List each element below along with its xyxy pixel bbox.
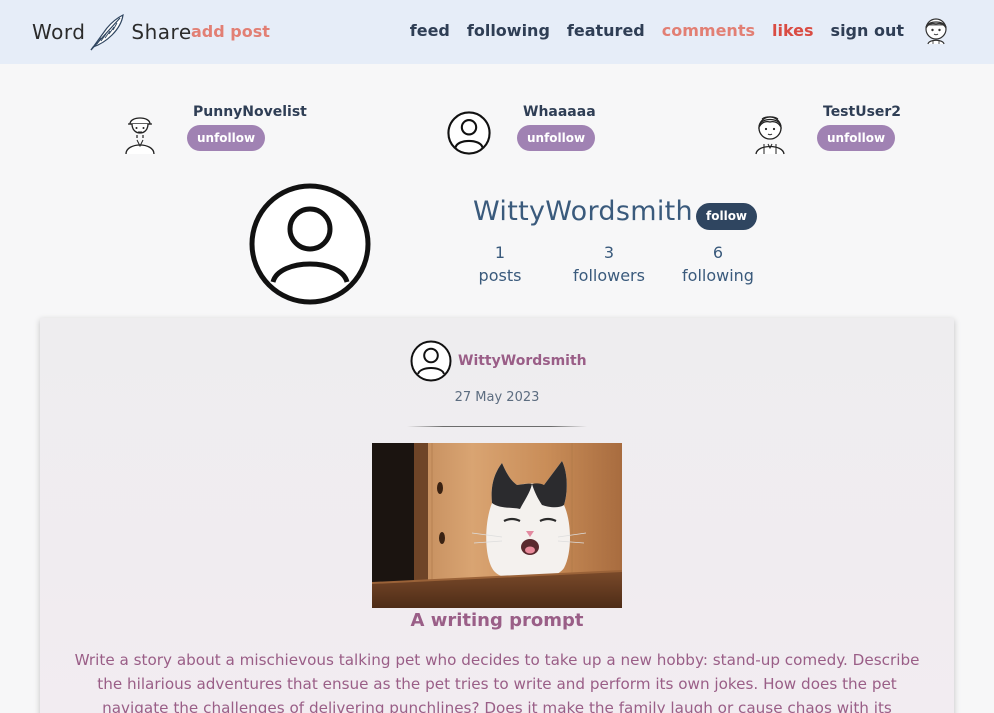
post-date: 27 May 2023: [454, 390, 540, 405]
profile-avatar-icon: [249, 183, 371, 305]
post-body: Write a story about a mischievous talkin…: [74, 651, 920, 713]
stat-following[interactable]: 6 following: [663, 242, 773, 285]
post-image: [372, 443, 622, 608]
navbar: Word Share add post feed following featu…: [0, 0, 994, 64]
post-author-name[interactable]: WittyWordsmith: [458, 353, 587, 369]
nav-following[interactable]: following: [467, 21, 550, 40]
default-user-icon: [410, 340, 452, 382]
following-username[interactable]: Whaaaaa: [523, 104, 596, 120]
stat-following-label: following: [682, 266, 754, 285]
following-username[interactable]: PunnyNovelist: [193, 104, 307, 120]
girl-avatar-icon[interactable]: [748, 110, 792, 156]
stat-followers[interactable]: 3 followers: [554, 242, 664, 285]
post-title[interactable]: A writing prompt: [40, 610, 954, 631]
default-user-icon[interactable]: [447, 110, 491, 156]
cat-photo: [372, 443, 622, 608]
profile-username: WittyWordsmith: [473, 196, 693, 227]
brand-word: Word: [32, 20, 86, 44]
post-card: WittyWordsmith 27 May 2023 A writing pro…: [40, 318, 954, 713]
follow-button[interactable]: follow: [696, 203, 758, 230]
nav-comments[interactable]: comments: [662, 21, 755, 40]
nav-sign-out[interactable]: sign out: [831, 21, 904, 40]
stat-posts[interactable]: 1 posts: [445, 242, 555, 285]
add-post-link[interactable]: add post: [191, 22, 270, 41]
post-author[interactable]: WittyWordsmith: [410, 340, 587, 382]
brand-share: Share: [131, 20, 192, 44]
stat-following-value: 6: [712, 243, 724, 262]
unfollow-button[interactable]: unfollow: [187, 125, 266, 151]
man-cap-avatar-icon[interactable]: [118, 110, 162, 156]
feather-icon: [90, 13, 125, 51]
nav-feed[interactable]: feed: [410, 21, 450, 40]
following-username[interactable]: TestUser2: [823, 104, 901, 120]
stat-followers-value: 3: [603, 243, 615, 262]
stat-posts-value: 1: [494, 243, 506, 262]
stat-posts-label: posts: [478, 266, 522, 285]
nav-likes[interactable]: likes: [772, 21, 814, 40]
unfollow-button[interactable]: unfollow: [517, 125, 596, 151]
brand-logo[interactable]: Word Share: [32, 12, 192, 52]
unfollow-button[interactable]: unfollow: [817, 125, 896, 151]
girl-avatar-icon[interactable]: [920, 14, 952, 46]
stat-followers-label: followers: [573, 266, 645, 285]
post-divider: [407, 426, 587, 427]
nav-featured[interactable]: featured: [567, 21, 645, 40]
nav-links: feed following featured comments likes s…: [393, 14, 952, 46]
